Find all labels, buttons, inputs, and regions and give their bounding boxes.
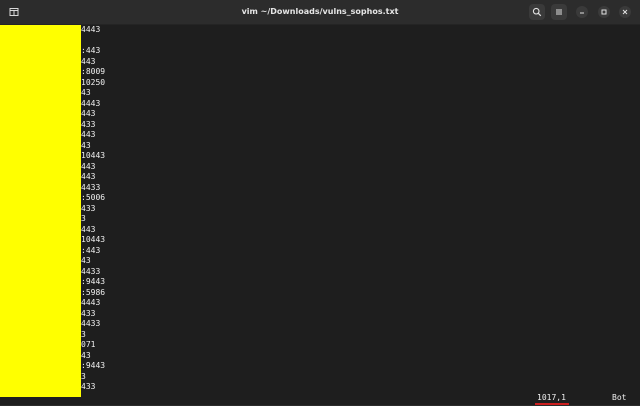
buffer-line: 4433 [81, 266, 101, 276]
redaction-block [0, 25, 81, 397]
buffer-line: 43 [81, 140, 91, 150]
search-button[interactable] [529, 4, 545, 20]
buffer-line: 4443 [81, 298, 101, 307]
close-icon [622, 9, 628, 15]
buffer-line: :9443 [81, 361, 106, 370]
buffer-line: 443 [81, 56, 96, 66]
buffer-line: :5986 [81, 287, 106, 297]
buffer-line: 43 [81, 88, 91, 97]
buffer-line: 443 [81, 109, 96, 118]
buffer-line: 3 [81, 329, 86, 339]
buffer-line: :8009 [81, 67, 106, 76]
buffer-line: 443 [81, 224, 96, 234]
buffer-line: 3 [81, 214, 86, 223]
buffer-line: 433 [81, 382, 96, 391]
buffer-line: 071 [81, 340, 96, 349]
buffer-line: :5006 [81, 193, 106, 202]
buffer-line: 443 [81, 161, 96, 171]
buffer-line: 43 [81, 350, 91, 360]
title-bar: vim ~/Downloads/vulns_sophos.txt [0, 0, 640, 25]
buffer-line: :9443 [81, 277, 106, 286]
terminal-window: vim ~/Downloads/vulns_sophos.txt 4443:4… [0, 0, 640, 406]
buffer-line: 443 [81, 172, 96, 181]
buffer-line: 10250 [81, 77, 106, 87]
scroll-indicator: Bot [612, 393, 627, 402]
maximize-button[interactable] [598, 6, 610, 18]
buffer-line: 10443 [81, 235, 106, 244]
hamburger-menu-icon [556, 9, 562, 15]
buffer-line: 433 [81, 119, 96, 129]
buffer-line: 4433 [81, 182, 101, 192]
buffer-line: :443 [81, 46, 101, 55]
terminal-content[interactable]: 4443:443 443:8009 10250 43 4443 443 433 443 43 10… [0, 25, 640, 406]
cursor-position: 1017,1 [537, 393, 566, 402]
buffer-line: 3 [81, 371, 86, 381]
buffer-line: 433 [81, 308, 96, 318]
search-icon [532, 7, 542, 17]
buffer-line: 4433 [81, 319, 101, 328]
minimize-button[interactable] [576, 6, 588, 18]
buffer-line [0, 36, 640, 47]
buffer-line: 433 [81, 203, 96, 213]
buffer-line: 43 [81, 256, 91, 265]
buffer-line: :443 [81, 245, 101, 255]
buffer-line: 443 [81, 130, 96, 139]
close-button[interactable] [619, 6, 631, 18]
buffer-line: 4443 [81, 25, 101, 34]
buffer-line: 10443 [81, 151, 106, 160]
minimize-icon [580, 12, 584, 14]
buffer-lines: 4443:443 443:8009 10250 43 4443 443 433 443 43 10… [0, 25, 640, 393]
buffer-line: 4443 [81, 98, 101, 108]
vim-status-line: 1017,1 Bot [0, 393, 640, 403]
menu-button[interactable] [551, 4, 567, 20]
maximize-icon [601, 9, 607, 15]
